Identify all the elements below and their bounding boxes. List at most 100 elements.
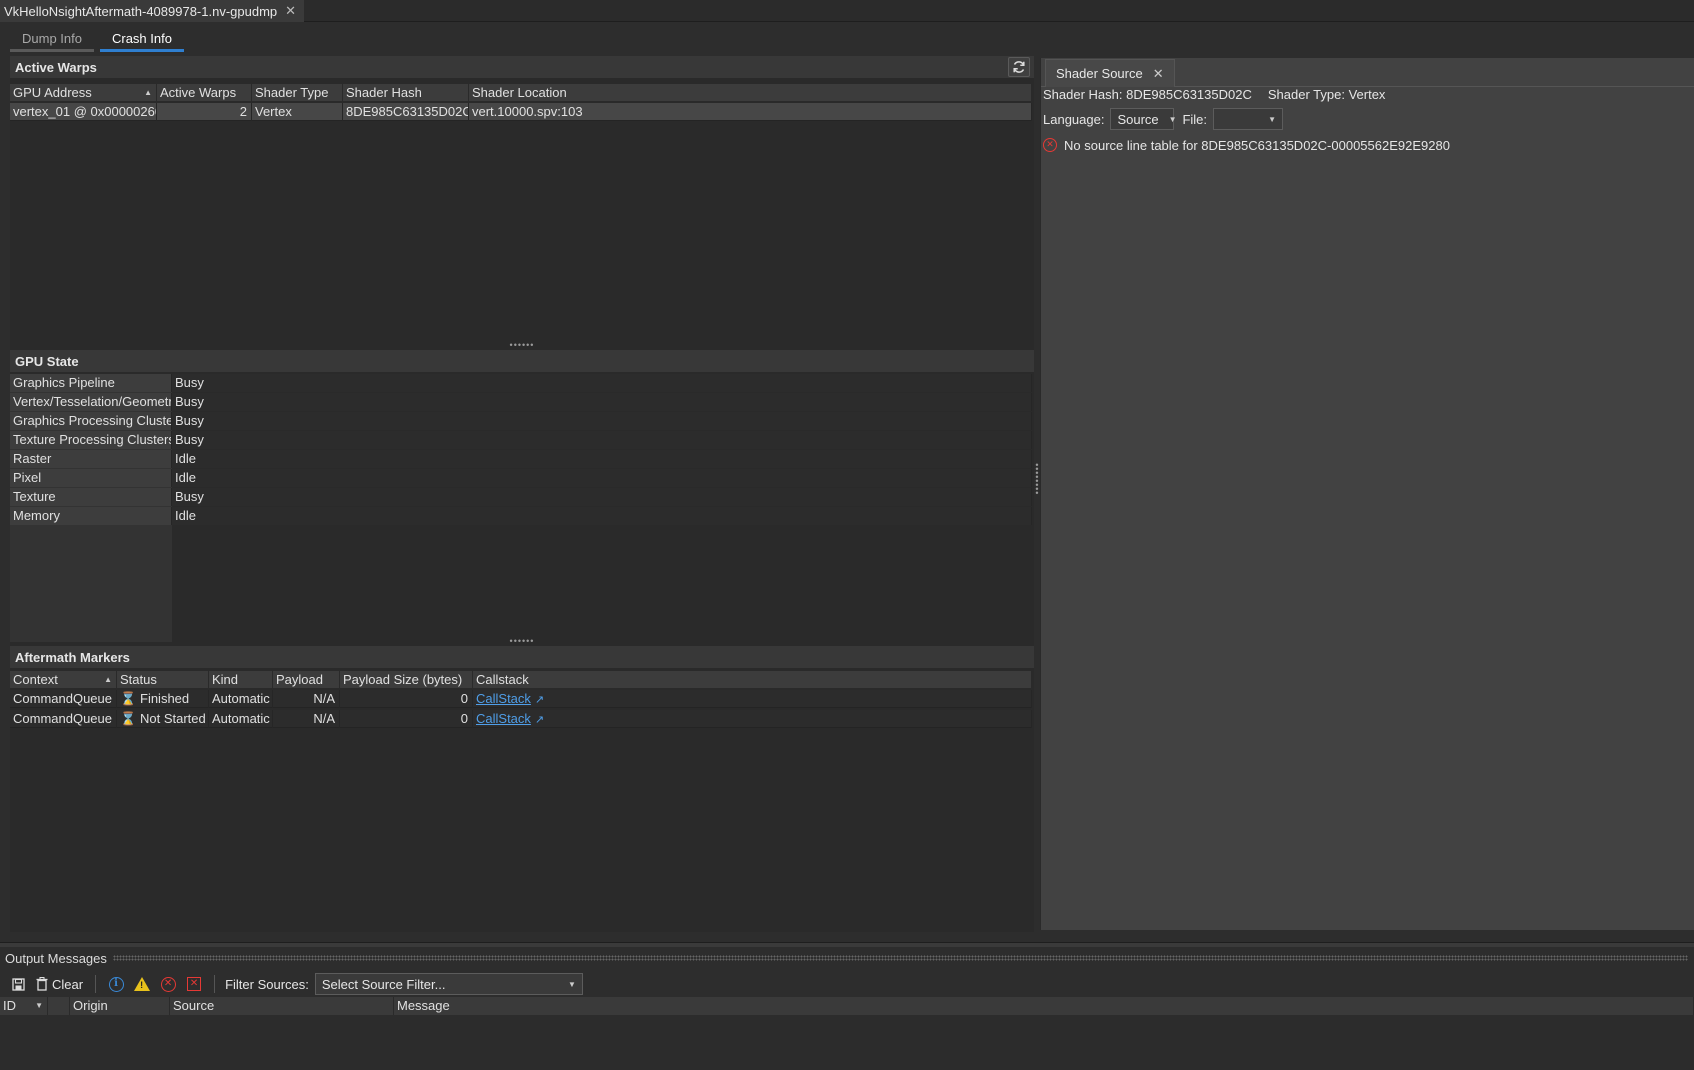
dock-grip[interactable] [112, 955, 1688, 961]
gpu-state-row[interactable]: Texture Busy [10, 488, 1032, 506]
language-select-value: Source [1117, 111, 1159, 127]
trash-icon [36, 977, 48, 991]
table-row[interactable]: CommandQueue 1 ⌛ Not Started Automatic N/A 0 C… [10, 710, 1032, 728]
splitter-handle[interactable]: •••••• [10, 636, 1034, 646]
close-icon[interactable]: ✕ [1153, 66, 1164, 82]
close-icon[interactable]: ✕ [285, 3, 296, 19]
tab-dump-info[interactable]: Dump Info [10, 28, 94, 52]
output-toolbar: Clear i ! ✕ ✕ Filter Sources: Select Sou… [0, 972, 1694, 996]
column-header-payload-size[interactable]: Payload Size (bytes) [340, 671, 473, 689]
column-header-active-warps[interactable]: Active Warps [157, 84, 252, 102]
column-header-source[interactable]: Source [170, 997, 394, 1015]
tab-crash-info[interactable]: Crash Info [99, 28, 184, 52]
gpu-state-label: Graphics Processing Clusters [10, 412, 172, 430]
language-select[interactable]: Source ▼ [1110, 108, 1177, 130]
column-header-callstack[interactable]: Callstack [473, 671, 1032, 689]
shader-info-line: Shader Hash: 8DE985C63135D02C Shader Typ… [1043, 87, 1385, 103]
cell-context: CommandQueue 1 [10, 710, 117, 728]
shader-source-body [1041, 86, 1694, 930]
status-text: Not Started [140, 711, 206, 726]
save-icon [11, 977, 25, 991]
gpu-state-label: Texture Processing Clusters [10, 431, 172, 449]
column-header-gpu-address[interactable]: GPU Address ▲ [10, 84, 157, 102]
active-warps-grid-header: GPU Address ▲ Active Warps Shader Type S… [10, 84, 1032, 102]
sort-descending-icon: ▼ [35, 1001, 43, 1010]
error-icon: ✕ [1043, 138, 1057, 152]
column-header-blank[interactable] [48, 997, 70, 1015]
column-label: GPU Address [13, 85, 92, 100]
column-header-shader-type[interactable]: Shader Type [252, 84, 343, 102]
output-splitter[interactable] [0, 942, 1694, 947]
splitter-handle[interactable]: •••••• [10, 340, 1034, 350]
gpu-state-row[interactable]: Memory Idle [10, 507, 1032, 525]
file-select[interactable]: ▼ [1213, 108, 1284, 130]
language-label: Language: [1043, 111, 1105, 127]
gpu-state-label: Pixel [10, 469, 172, 487]
gpu-state-row[interactable]: Graphics Pipeline Busy [10, 374, 1032, 392]
column-header-kind[interactable]: Kind [209, 671, 273, 689]
cell-payload: N/A [273, 710, 340, 728]
column-header-context[interactable]: Context ▲ [10, 671, 117, 689]
filter-critical-toggle[interactable]: ✕ [184, 974, 204, 994]
filter-error-toggle[interactable]: ✕ [158, 974, 178, 994]
active-warps-header: Active Warps [10, 56, 1034, 78]
clear-button-label: Clear [52, 976, 84, 992]
column-header-status[interactable]: Status [117, 671, 209, 689]
column-label: Context [13, 672, 58, 687]
callstack-link[interactable]: CallStack [476, 711, 531, 726]
source-filter-select[interactable]: Select Source Filter... ▼ [314, 973, 583, 995]
gpu-state-row[interactable]: Graphics Processing Clusters Busy [10, 412, 1032, 430]
gpu-state-label: Memory [10, 507, 172, 525]
cell-shader-hash: 8DE985C63135D02C [343, 103, 469, 121]
gpu-state-value: Idle [172, 507, 1032, 525]
shader-source-tab-title: Shader Source [1056, 66, 1143, 81]
document-tab[interactable]: VkHelloNsightAftermath-4089978-1.nv-gpud… [0, 0, 305, 22]
column-header-message[interactable]: Message [394, 997, 1694, 1015]
hourglass-icon: ⌛ [120, 711, 137, 726]
gpu-state-value: Busy [172, 431, 1032, 449]
document-tab-bar: VkHelloNsightAftermath-4089978-1.nv-gpud… [0, 0, 1694, 22]
gpu-state-label: Texture [10, 488, 172, 506]
shader-type-text: Shader Type: Vertex [1267, 87, 1386, 102]
refresh-icon [1013, 61, 1025, 73]
gpu-state-value: Idle [172, 450, 1032, 468]
callstack-link[interactable]: CallStack [476, 691, 531, 706]
cell-payload-size: 0 [340, 710, 473, 728]
output-messages-header: Output Messages [0, 948, 1694, 968]
toolbar-separator [95, 975, 97, 993]
gpu-state-row[interactable]: Vertex/Tesselation/Geometry Busy [10, 393, 1032, 411]
external-link-icon[interactable]: ↗ [535, 714, 544, 726]
gpu-state-value: Busy [172, 488, 1032, 506]
gpu-state-label: Vertex/Tesselation/Geometry [10, 393, 172, 411]
gpu-state-value: Idle [172, 469, 1032, 487]
language-row: Language: Source ▼ File: ▼ [1043, 108, 1284, 130]
external-link-icon[interactable]: ↗ [535, 694, 544, 706]
save-button[interactable] [8, 974, 28, 994]
aftermath-markers-grid-header: Context ▲ Status Kind Payload Payload Si… [10, 671, 1032, 689]
table-row[interactable]: CommandQueue 1 ⌛ Finished Automatic N/A 0 Call… [10, 690, 1032, 708]
tab-shader-source[interactable]: Shader Source ✕ [1045, 59, 1175, 87]
column-header-origin[interactable]: Origin [70, 997, 170, 1015]
filter-sources-label: Filter Sources: [225, 976, 309, 992]
gpu-state-row[interactable]: Texture Processing Clusters Busy [10, 431, 1032, 449]
warning-icon: ! [134, 977, 151, 991]
sort-ascending-icon: ▲ [144, 88, 152, 97]
gpu-state-row[interactable]: Pixel Idle [10, 469, 1032, 487]
filter-info-toggle[interactable]: i [106, 974, 126, 994]
view-tabs: Dump Info Crash Info [10, 28, 190, 52]
clear-button[interactable]: Clear [34, 974, 85, 994]
source-filter-value: Select Source Filter... [321, 976, 446, 992]
gpu-state-row[interactable]: Raster Idle [10, 450, 1032, 468]
column-header-shader-location[interactable]: Shader Location [469, 84, 1032, 102]
refresh-button[interactable] [1008, 57, 1030, 77]
gpu-state-header: GPU State [10, 350, 1034, 372]
column-header-id[interactable]: ID ▼ [0, 997, 48, 1015]
crash-info-panel: Active Warps GPU Address ▲ Active Warps … [10, 56, 1034, 932]
cell-payload: N/A [273, 690, 340, 708]
error-icon: ✕ [160, 976, 176, 992]
column-header-shader-hash[interactable]: Shader Hash [343, 84, 469, 102]
cell-callstack: CallStack ↗ [473, 710, 1032, 728]
table-row[interactable]: vertex_01 @ 0x00000260 2 Vertex 8DE985C6… [10, 103, 1032, 121]
filter-warning-toggle[interactable]: ! [132, 974, 152, 994]
column-header-payload[interactable]: Payload [273, 671, 340, 689]
